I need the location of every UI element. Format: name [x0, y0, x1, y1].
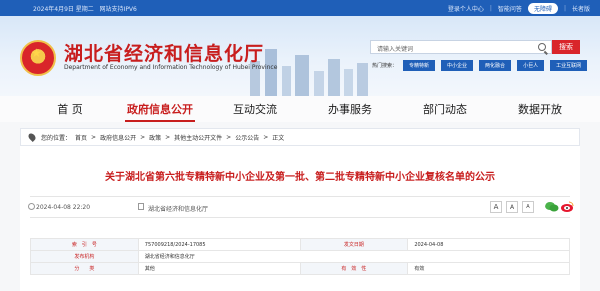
- hot-search: 热门搜索： 专精特新 中小企业 两化融合 小巨人 工业互联网: [372, 60, 588, 71]
- elder-version-link[interactable]: 长者版: [572, 4, 590, 13]
- article-meta: 2024-04-08 22:20 湖北省经济和信息化厅 A A A: [28, 196, 574, 218]
- separator: |: [563, 5, 566, 12]
- header-banner: ★ 湖北省经济和信息化厅 Department of Economy and I…: [0, 16, 600, 96]
- table-row: 索 引 号 757009218/2024-17085 发文日期 2024-04-…: [30, 238, 570, 251]
- hot-search-item[interactable]: 小巨人: [517, 60, 545, 71]
- font-size-medium-button[interactable]: A: [506, 201, 518, 213]
- nav-department-news[interactable]: 部门动态: [405, 101, 485, 117]
- font-size-small-button[interactable]: A: [522, 201, 534, 213]
- table-value: 其他: [137, 262, 301, 275]
- nav-gov-info[interactable]: 政府信息公开: [110, 101, 210, 117]
- hot-search-item[interactable]: 中小企业: [441, 60, 474, 71]
- nav-interaction[interactable]: 互动交流: [215, 101, 295, 117]
- breadcrumb-item[interactable]: 公示公告: [235, 133, 259, 142]
- top-bar: 2024年4月9日 星期二 网站支持IPV6 登录个人中心 | 智能问答 无障碍…: [0, 0, 600, 16]
- publish-date: 2024-04-08 22:20: [36, 204, 91, 211]
- breadcrumb-item[interactable]: 政府信息公开: [100, 133, 136, 142]
- weibo-share-icon[interactable]: [560, 201, 574, 213]
- breadcrumb-item[interactable]: 其他主动公开文件: [174, 133, 222, 142]
- table-key: 发布机构: [30, 250, 139, 263]
- location-icon: [27, 132, 37, 142]
- search-button[interactable]: 搜索: [552, 40, 580, 54]
- main-nav: 首 页 政府信息公开 互动交流 办事服务 部门动态 数据开放: [0, 96, 600, 122]
- top-bar-left: 2024年4月9日 星期二 网站支持IPV6: [33, 4, 137, 13]
- table-value: 湖北省经济和信息化厅: [137, 250, 571, 263]
- active-nav-underline: [125, 120, 195, 122]
- breadcrumb-label: 您的位置：: [41, 134, 72, 142]
- breadcrumb-sep: >: [165, 133, 171, 141]
- search-icon[interactable]: [538, 43, 546, 51]
- date-text: 2024年4月9日 星期二: [33, 6, 94, 13]
- table-row: 发布机构 湖北省经济和信息化厅: [30, 250, 571, 263]
- table-key: 有 效 性: [299, 262, 409, 275]
- login-link[interactable]: 登录个人中心: [448, 4, 484, 13]
- hot-search-item[interactable]: 工业互联网: [550, 60, 588, 71]
- table-row: 分 类 其他 有 效 性 有效: [30, 262, 570, 275]
- breadcrumb-item[interactable]: 首页: [75, 133, 87, 142]
- info-table: 索 引 号 757009218/2024-17085 发文日期 2024-04-…: [30, 238, 571, 275]
- table-key: 索 引 号: [30, 238, 139, 251]
- nav-open-data[interactable]: 数据开放: [500, 101, 580, 117]
- ipv6-text: 网站支持IPV6: [99, 6, 137, 13]
- breadcrumb-sep: >: [140, 133, 146, 141]
- smart-qa-link[interactable]: 智能问答: [498, 4, 522, 13]
- building-icon: [138, 203, 144, 210]
- breadcrumb-sep: >: [226, 133, 232, 141]
- hot-search-item[interactable]: 两化融合: [479, 60, 512, 71]
- publish-org: 湖北省经济和信息化厅: [148, 206, 209, 213]
- table-value: 有效: [407, 262, 570, 275]
- table-value: 757009218/2024-17085: [137, 238, 301, 251]
- site-subtitle: Department of Economy and Information Te…: [64, 64, 278, 71]
- breadcrumb: 您的位置： 首页 > 政府信息公开 > 政策 > 其他主动公开文件 > 公示公告…: [20, 128, 580, 146]
- accessibility-button[interactable]: 无障碍: [527, 3, 558, 14]
- top-bar-right: 登录个人中心 | 智能问答 无障碍 | 长者版: [448, 3, 590, 14]
- clock-icon: [28, 203, 35, 210]
- site-title: 湖北省经济和信息化厅: [64, 43, 265, 65]
- breadcrumb-sep: >: [263, 133, 269, 141]
- table-key: 发文日期: [299, 238, 409, 251]
- nav-home[interactable]: 首 页: [40, 101, 100, 117]
- table-value: 2024-04-08: [407, 238, 570, 251]
- article-panel: 关于湖北省第六批专精特新中小企业及第一批、第二批专精特新中小企业复核名单的公示 …: [20, 146, 580, 291]
- breadcrumb-item[interactable]: 政策: [149, 133, 161, 142]
- hot-search-item[interactable]: 专精特新: [403, 60, 436, 71]
- nav-services[interactable]: 办事服务: [310, 101, 390, 117]
- hot-search-label: 热门搜索：: [372, 63, 398, 69]
- wechat-share-icon[interactable]: [545, 201, 559, 213]
- font-size-large-button[interactable]: A: [490, 201, 502, 213]
- breadcrumb-current: 正文: [272, 134, 285, 142]
- table-key: 分 类: [30, 262, 139, 275]
- separator: |: [489, 5, 492, 12]
- article-title: 关于湖北省第六批专精特新中小企业及第一批、第二批专精特新中小企业复核名单的公示: [105, 172, 495, 183]
- emblem-star-icon: ★: [31, 46, 42, 60]
- search-input[interactable]: 请输入关键词: [370, 40, 552, 54]
- breadcrumb-sep: >: [91, 133, 97, 141]
